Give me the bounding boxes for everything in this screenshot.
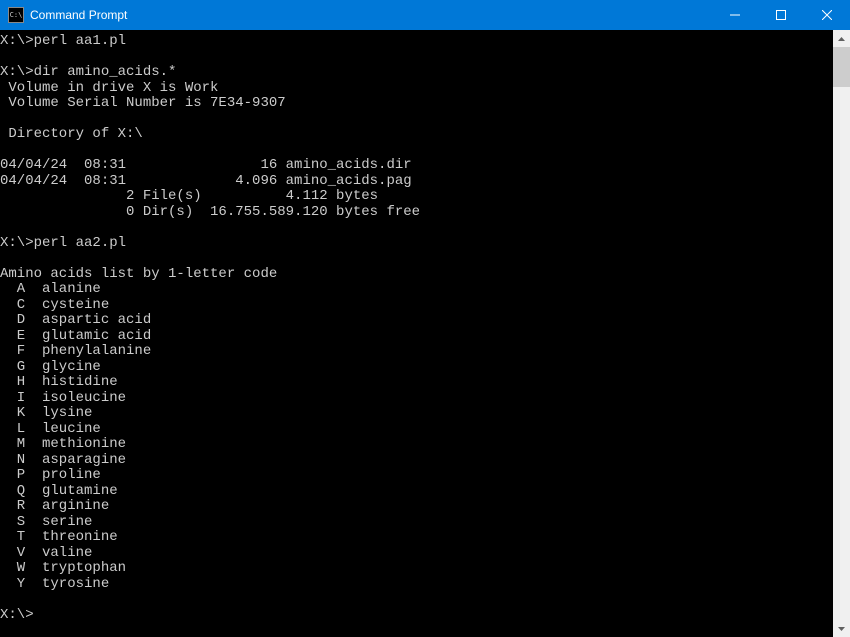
maximize-icon [776, 10, 786, 20]
chevron-up-icon [838, 37, 845, 41]
content-area: X:\>perl aa1.pl X:\>dir amino_acids.* Vo… [0, 30, 850, 637]
close-icon [822, 10, 832, 20]
minimize-button[interactable] [712, 0, 758, 30]
vertical-scrollbar[interactable] [833, 30, 850, 637]
command-prompt-window: C:\ Command Prompt X:\>perl aa1.pl X:\>d… [0, 0, 850, 637]
app-icon: C:\ [8, 7, 24, 23]
titlebar[interactable]: C:\ Command Prompt [0, 0, 850, 30]
minimize-icon [730, 10, 740, 20]
window-controls [712, 0, 850, 30]
scroll-down-button[interactable] [833, 620, 850, 637]
scroll-track[interactable] [833, 47, 850, 620]
chevron-down-icon [838, 627, 845, 631]
scroll-up-button[interactable] [833, 30, 850, 47]
maximize-button[interactable] [758, 0, 804, 30]
window-title: Command Prompt [30, 8, 712, 22]
terminal-output[interactable]: X:\>perl aa1.pl X:\>dir amino_acids.* Vo… [0, 30, 833, 637]
close-button[interactable] [804, 0, 850, 30]
scroll-thumb[interactable] [833, 47, 850, 87]
